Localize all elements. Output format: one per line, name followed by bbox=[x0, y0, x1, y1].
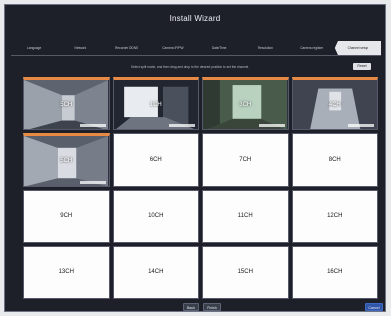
channel-label: 3CH bbox=[239, 101, 252, 108]
step-resolution[interactable]: Resolution bbox=[242, 41, 288, 55]
channel-tile[interactable]: 1CH bbox=[112, 77, 199, 131]
channel-label: 9CH bbox=[60, 213, 73, 220]
step-channel-setup[interactable]: Channel setup bbox=[334, 41, 381, 55]
channel-label: 8CH bbox=[328, 156, 341, 163]
step-language[interactable]: Language bbox=[11, 41, 57, 55]
channel-label: 7CH bbox=[239, 156, 252, 163]
channel-tile[interactable]: 5CH bbox=[23, 77, 110, 131]
wizard-steps: Language Network Recorder DDNS Camera IP… bbox=[11, 41, 381, 56]
timestamp-overlay bbox=[79, 124, 106, 128]
wizard-title: Install Wizard bbox=[169, 14, 221, 23]
channel-label: 11CH bbox=[237, 213, 253, 220]
step-camera-ip-pw[interactable]: Camera IP/PW bbox=[150, 41, 196, 55]
channel-label: 4CH bbox=[328, 101, 341, 108]
timestamp-overlay bbox=[169, 124, 195, 128]
reset-button[interactable]: Reset bbox=[353, 63, 371, 70]
timestamp-overlay bbox=[348, 124, 374, 128]
channel-label: 16CH bbox=[327, 269, 343, 276]
channel-tile[interactable]: 6CH bbox=[112, 133, 199, 187]
channel-tile[interactable]: 4CH bbox=[291, 77, 378, 131]
channel-tile[interactable]: 13CH bbox=[23, 245, 110, 299]
channel-tile[interactable]: 3CH bbox=[202, 77, 289, 131]
channel-tile[interactable]: 9CH bbox=[23, 189, 110, 243]
channel-tile[interactable]: 7CH bbox=[202, 133, 289, 187]
channel-tile[interactable]: 14CH bbox=[112, 245, 199, 299]
channel-grid: 5CH 1CH 3CH 4CH 5CH 6CH 7CH 8CH 9CH 10CH… bbox=[23, 77, 378, 299]
channel-label: 12CH bbox=[327, 213, 343, 220]
channel-label: 13CH bbox=[58, 269, 74, 276]
finish-button[interactable]: Finish bbox=[203, 303, 221, 311]
channel-tile[interactable]: 16CH bbox=[291, 245, 378, 299]
channel-label: 5CH bbox=[60, 101, 73, 108]
channel-label: 5CH bbox=[60, 157, 73, 164]
channel-label: 15CH bbox=[237, 269, 253, 276]
channel-tile[interactable]: 8CH bbox=[291, 133, 378, 187]
channel-tile[interactable]: 10CH bbox=[112, 189, 199, 243]
step-camera-register[interactable]: Camera register bbox=[289, 41, 335, 55]
channel-tile[interactable]: 11CH bbox=[202, 189, 289, 243]
step-recorder-ddns[interactable]: Recorder DDNS bbox=[104, 41, 150, 55]
cancel-button[interactable]: Cancel bbox=[365, 303, 383, 311]
channel-label: 1CH bbox=[149, 101, 162, 108]
step-network[interactable]: Network bbox=[57, 41, 103, 55]
install-wizard-window: Install Wizard Language Network Recorder… bbox=[4, 4, 386, 312]
channel-label: 6CH bbox=[149, 156, 162, 163]
timestamp-overlay bbox=[258, 124, 285, 128]
channel-tile[interactable]: 12CH bbox=[291, 189, 378, 243]
channel-label: 10CH bbox=[148, 213, 164, 220]
channel-label: 14CH bbox=[148, 269, 164, 276]
channel-tile[interactable]: 15CH bbox=[202, 245, 289, 299]
channel-tile[interactable]: 5CH bbox=[23, 133, 110, 187]
instruction-text: Select split mode, and then drag and dro… bbox=[130, 65, 250, 69]
timestamp-overlay bbox=[79, 180, 106, 184]
step-date-time[interactable]: Date/Time bbox=[196, 41, 242, 55]
back-button[interactable]: Back bbox=[183, 303, 199, 311]
